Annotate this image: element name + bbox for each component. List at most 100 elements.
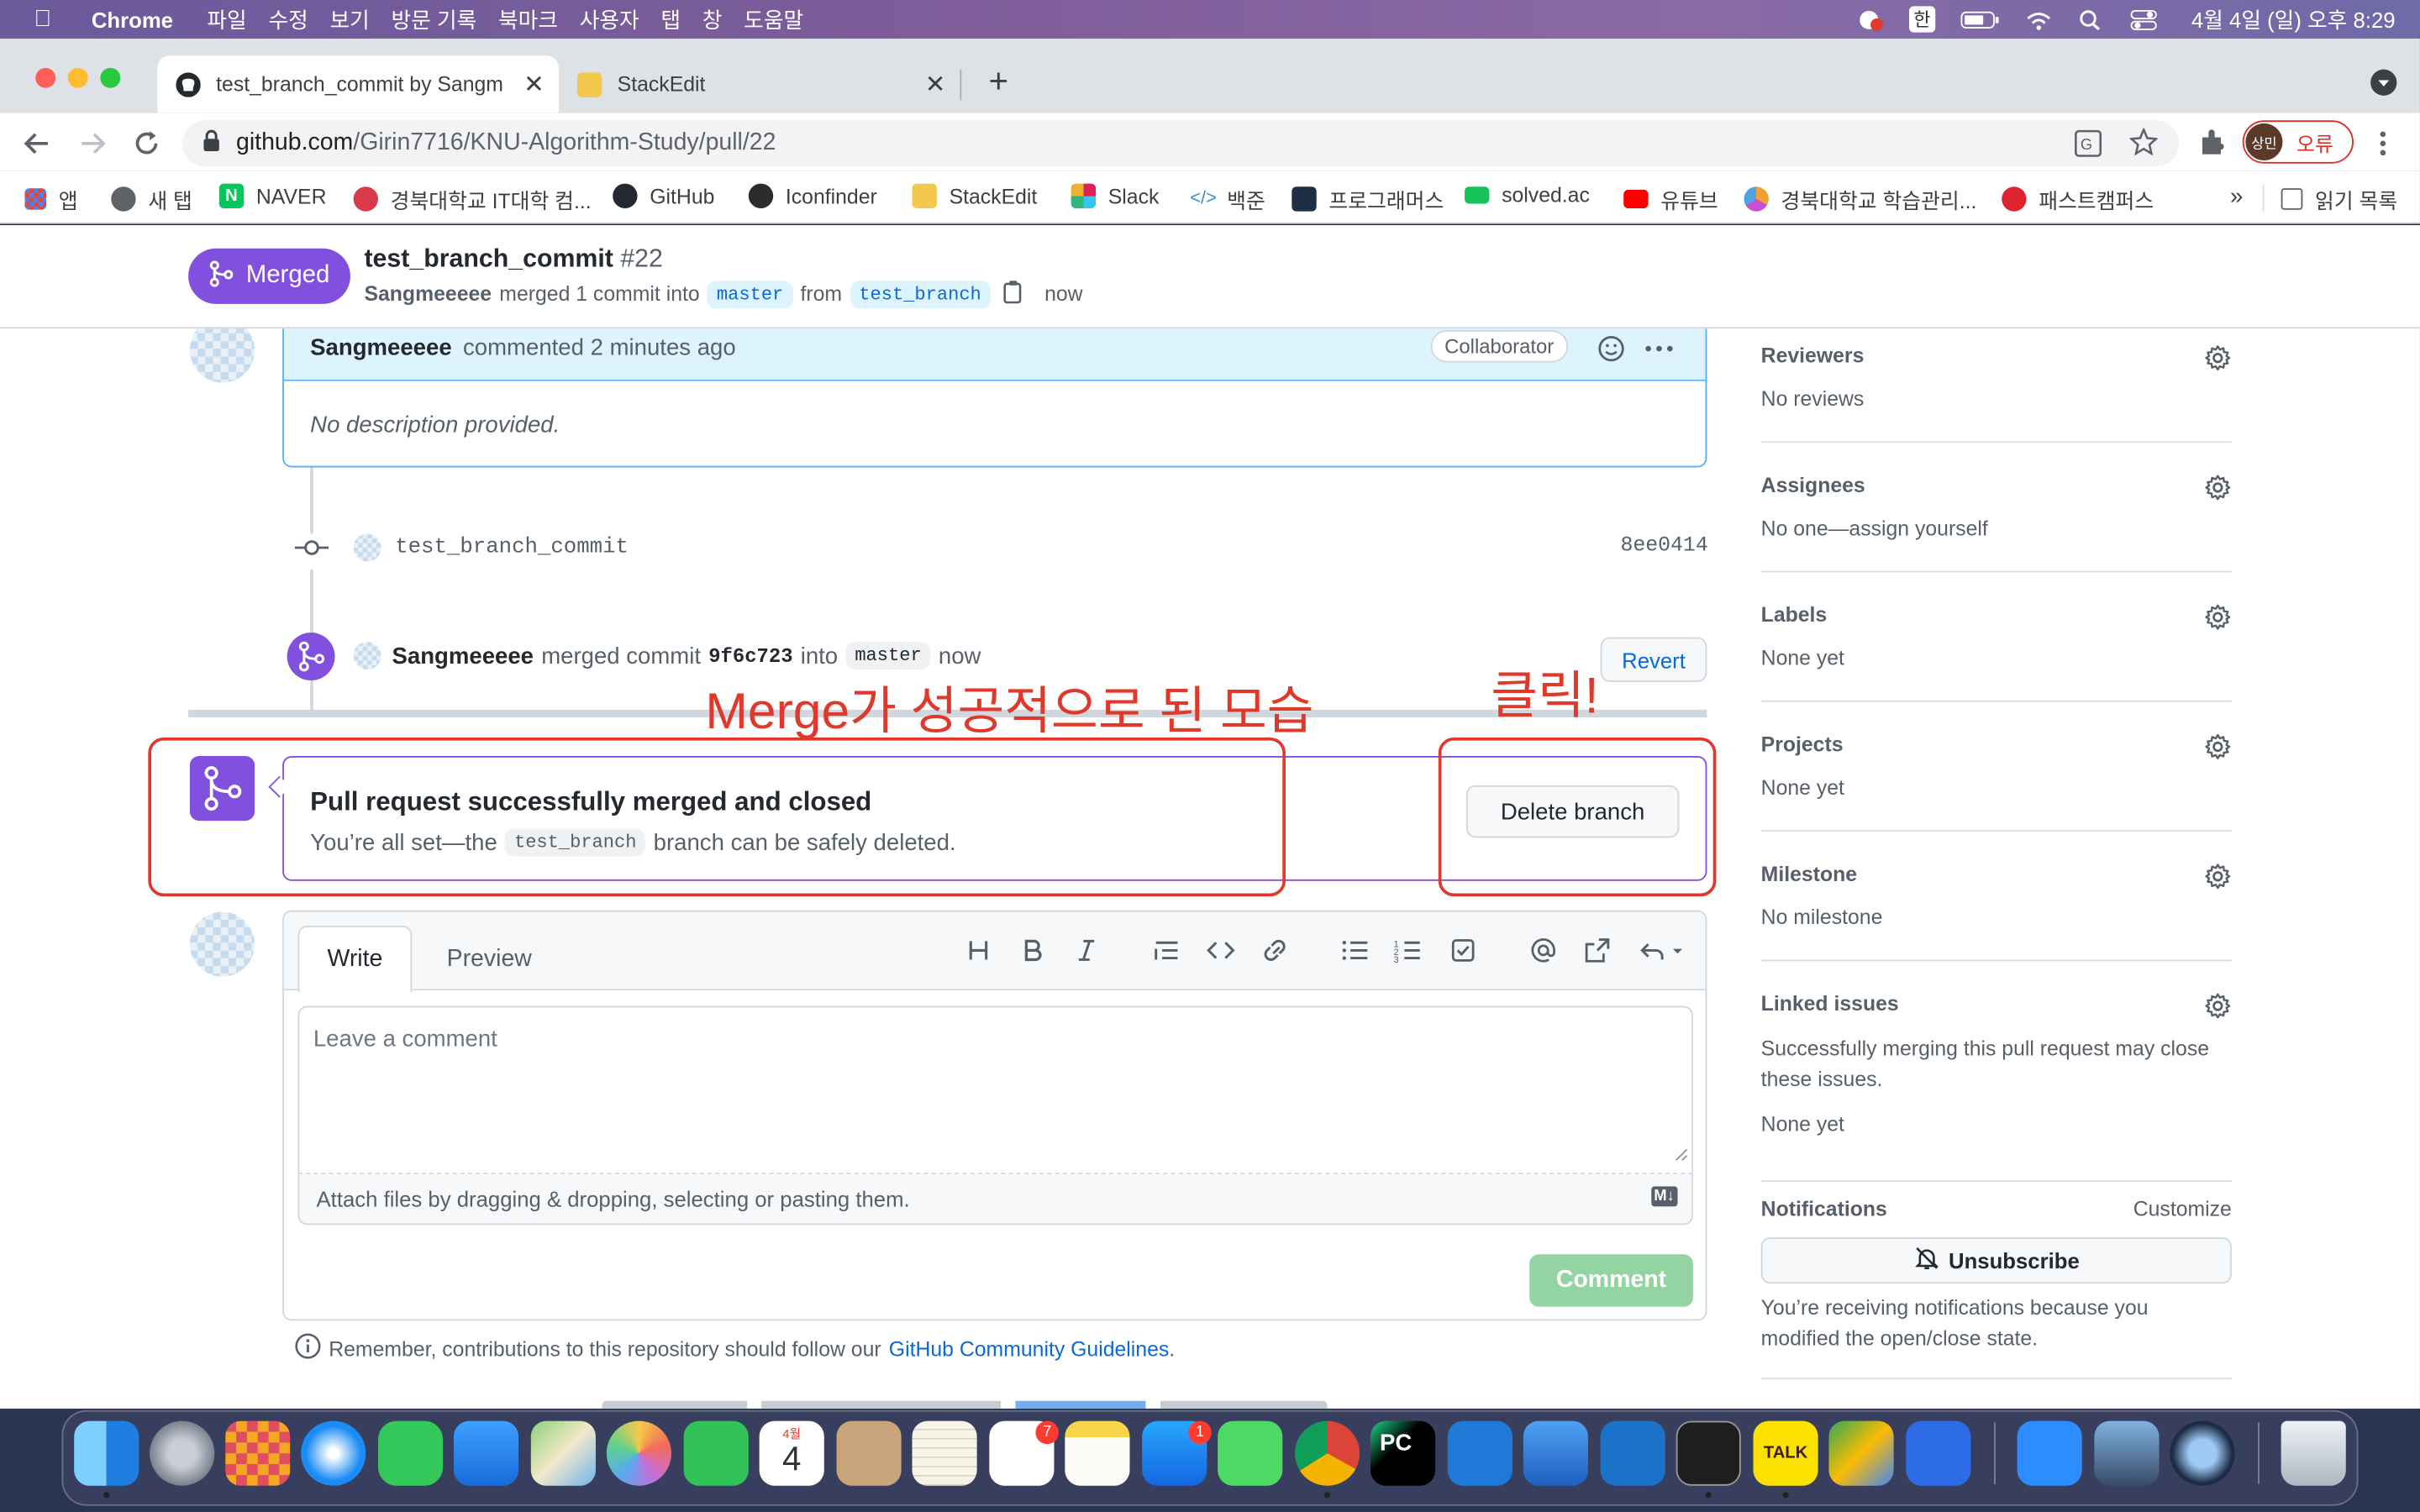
calendar-icon[interactable]: 4월 4	[759, 1420, 824, 1486]
finder-icon[interactable]	[74, 1420, 139, 1486]
menu-item-file[interactable]: 파일	[207, 4, 246, 35]
bookmark-new-tab[interactable]: 새 탭	[111, 184, 192, 215]
system-preferences-icon[interactable]	[150, 1420, 215, 1486]
tab-preview[interactable]: Preview	[430, 926, 548, 992]
spotlight-search-icon[interactable]	[2077, 8, 2105, 30]
apple-icon[interactable]: 	[34, 6, 51, 32]
smiley-icon[interactable]	[1597, 335, 1625, 370]
notes-icon[interactable]	[1065, 1420, 1130, 1486]
community-guidelines-link[interactable]: GitHub Community Guidelines	[889, 1337, 1170, 1361]
new-tab-button[interactable]: +	[978, 61, 1018, 102]
heading-icon[interactable]	[963, 935, 994, 966]
window-close-button[interactable]	[35, 67, 56, 88]
unordered-list-icon[interactable]	[1339, 935, 1370, 966]
chrome-icon[interactable]	[1294, 1420, 1360, 1486]
menu-item-window[interactable]: 창	[702, 4, 723, 35]
pr-time[interactable]: now	[1044, 282, 1082, 306]
bookmark-fastcampus[interactable]: 패스트캠퍼스	[2002, 184, 2154, 215]
pycharm-icon[interactable]: PC	[1370, 1420, 1436, 1486]
wifi-icon[interactable]	[2025, 8, 2053, 30]
mail-icon[interactable]	[453, 1420, 519, 1486]
window-minimize-button[interactable]	[67, 67, 88, 88]
textedit-icon[interactable]	[912, 1420, 977, 1486]
comment-meta[interactable]: commented 2 minutes ago	[463, 335, 736, 361]
pr-author[interactable]: Sangmeeeee	[364, 282, 492, 306]
window-zoom-button[interactable]	[100, 67, 121, 88]
tab-search-button[interactable]	[2370, 69, 2397, 96]
task-list-icon[interactable]	[1448, 935, 1479, 966]
saved-replies-icon[interactable]	[1639, 935, 1689, 966]
avatar[interactable]	[189, 911, 255, 977]
bookmark-solved-ac[interactable]: solved.ac	[1465, 184, 1590, 207]
profile-button[interactable]: 상민 오류	[2242, 120, 2354, 164]
bold-icon[interactable]	[1017, 935, 1048, 966]
terminal-icon[interactable]	[1676, 1420, 1741, 1486]
tab-write[interactable]: Write	[297, 926, 413, 992]
messages-icon[interactable]	[377, 1420, 444, 1486]
notification-status-icon[interactable]	[1856, 8, 1884, 30]
input-method-indicator[interactable]: 한	[1908, 6, 1936, 33]
cross-reference-icon[interactable]	[1582, 935, 1613, 966]
bookmark-knu-lms[interactable]: 경북대학교 학습관리...	[1744, 184, 1976, 215]
contacts-icon[interactable]	[836, 1420, 902, 1486]
italic-icon[interactable]	[1071, 935, 1102, 966]
numbers-icon[interactable]	[1828, 1420, 1894, 1486]
menu-app-name[interactable]: Chrome	[92, 7, 173, 31]
address-bar[interactable]: github.com/Girin7716/KNU-Algorithm-Study…	[182, 120, 2180, 167]
bookmark-slack[interactable]: Slack	[1071, 183, 1159, 208]
menu-item-help[interactable]: 도움말	[744, 4, 803, 35]
maps-icon[interactable]	[530, 1420, 596, 1486]
copy-icon[interactable]	[1003, 279, 1025, 308]
quicktime-icon[interactable]	[2170, 1420, 2235, 1486]
sidebar-heading[interactable]: Milestone	[1761, 863, 1857, 886]
preview-icon[interactable]	[2094, 1420, 2160, 1486]
menu-item-bookmarks[interactable]: 북마크	[498, 4, 558, 35]
sidebar-heading[interactable]: Reviewers	[1761, 344, 1865, 368]
comment-author[interactable]: Sangmeeeee	[310, 335, 451, 361]
forward-arrow-icon[interactable]	[77, 128, 108, 166]
gear-icon[interactable]	[2204, 863, 2232, 890]
menu-item-profiles[interactable]: 사용자	[580, 4, 639, 35]
remote-desktop-icon[interactable]	[1600, 1420, 1665, 1486]
pr-title-text[interactable]: test_branch_commit	[364, 245, 613, 273]
bookmark-programmers[interactable]: 프로그래머스	[1292, 184, 1444, 215]
merge-commit-sha[interactable]: 9f6c723	[708, 644, 792, 668]
bookmark-naver[interactable]: N NAVER	[218, 183, 326, 208]
gear-icon[interactable]	[2204, 603, 2232, 631]
revert-button[interactable]: Revert	[1600, 637, 1707, 682]
gear-icon[interactable]	[2204, 474, 2232, 501]
sidebar-heading[interactable]: Labels	[1761, 603, 1828, 627]
base-branch-label[interactable]: master	[845, 642, 931, 670]
sidebar-heading[interactable]: Assignees	[1761, 474, 1865, 497]
close-icon[interactable]: ✕	[920, 69, 951, 100]
base-branch-label[interactable]: master	[707, 280, 793, 308]
comment-submit-button[interactable]: Comment	[1529, 1254, 1693, 1307]
markdown-icon[interactable]: M↓	[1650, 1186, 1678, 1207]
quote-icon[interactable]	[1151, 935, 1182, 966]
code-icon[interactable]	[1205, 935, 1236, 966]
commit-message-link[interactable]: test_branch_commit	[395, 535, 629, 559]
merge-time[interactable]: now	[939, 643, 981, 669]
avatar[interactable]	[353, 642, 381, 670]
chrome-menu-icon[interactable]	[2377, 128, 2390, 166]
menu-item-edit[interactable]: 수정	[268, 4, 308, 35]
close-icon[interactable]: ✕	[518, 69, 550, 100]
bookmark-baekjoon[interactable]: </> 백준	[1190, 184, 1265, 215]
avatar[interactable]	[353, 533, 381, 562]
comment-textarea[interactable]: Leave a comment	[297, 1005, 1693, 1174]
merge-author[interactable]: Sangmeeeee	[392, 643, 534, 669]
resize-handle-icon[interactable]	[1675, 1142, 1689, 1169]
gear-icon[interactable]	[2204, 732, 2232, 760]
link-icon[interactable]	[1260, 935, 1291, 966]
trash-icon[interactable]	[2281, 1420, 2346, 1486]
head-branch-label[interactable]: test_branch	[850, 280, 991, 308]
attach-files-bar[interactable]: Attach files by dragging & dropping, sel…	[297, 1173, 1693, 1226]
bookmark-apps[interactable]: 앱	[24, 184, 78, 215]
battery-icon[interactable]	[1960, 8, 2000, 30]
translate-icon[interactable]: G	[2075, 129, 2102, 165]
ordered-list-icon[interactable]: 123	[1392, 935, 1423, 966]
browser-tab-github[interactable]: test_branch_commit by Sangm ✕	[157, 55, 559, 113]
bookmark-iconfinder[interactable]: Iconfinder	[748, 183, 877, 208]
goodnotes-icon[interactable]	[1906, 1420, 1971, 1486]
mention-icon[interactable]	[1528, 935, 1559, 966]
